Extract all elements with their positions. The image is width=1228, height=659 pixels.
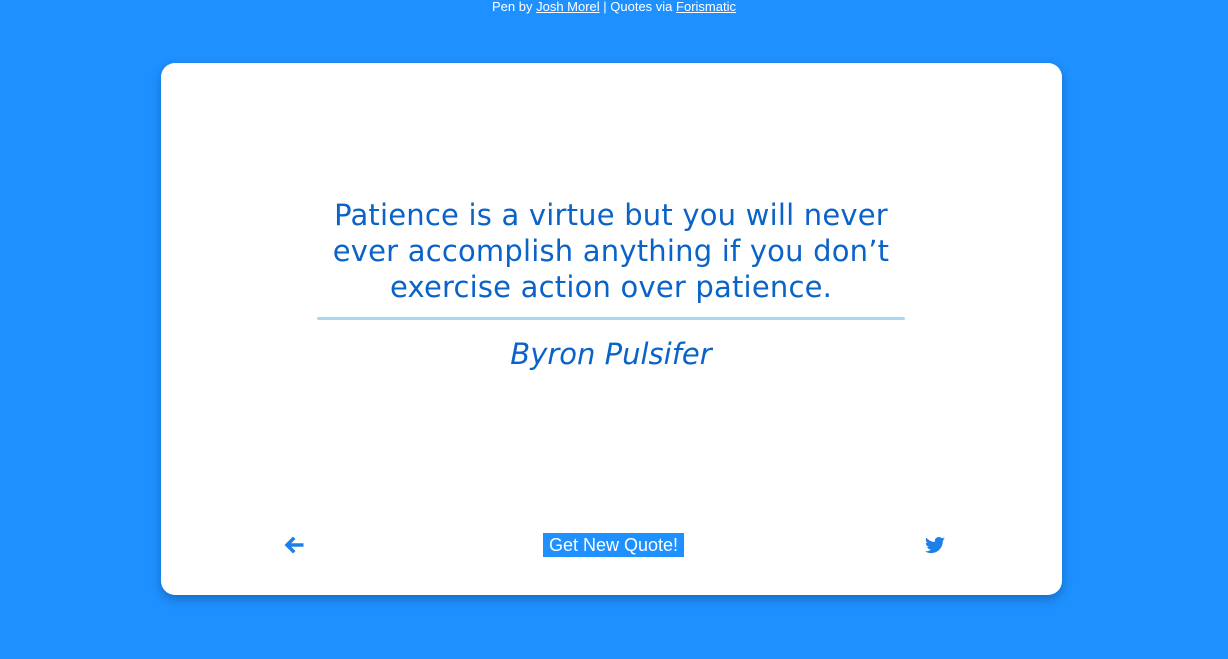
quote-card: Patience is a virtue but you will never … [161,63,1062,595]
back-button[interactable] [282,533,306,557]
quote-text: Patience is a virtue but you will never … [332,198,890,304]
credits-bar: Pen by Josh Morel | Quotes via Forismati… [0,0,1228,14]
source-link[interactable]: Forismatic [676,0,736,14]
credits-prefix: Pen by [492,0,537,14]
arrow-left-icon [284,536,304,554]
author-link[interactable]: Josh Morel [536,0,600,14]
quote-author: Byron Pulsifer [510,337,712,371]
credits-separator: | Quotes via [599,0,677,14]
tweet-button[interactable] [923,533,947,557]
twitter-icon [924,537,945,554]
new-quote-button[interactable]: Get New Quote! [543,533,685,557]
quote-divider [317,317,905,320]
